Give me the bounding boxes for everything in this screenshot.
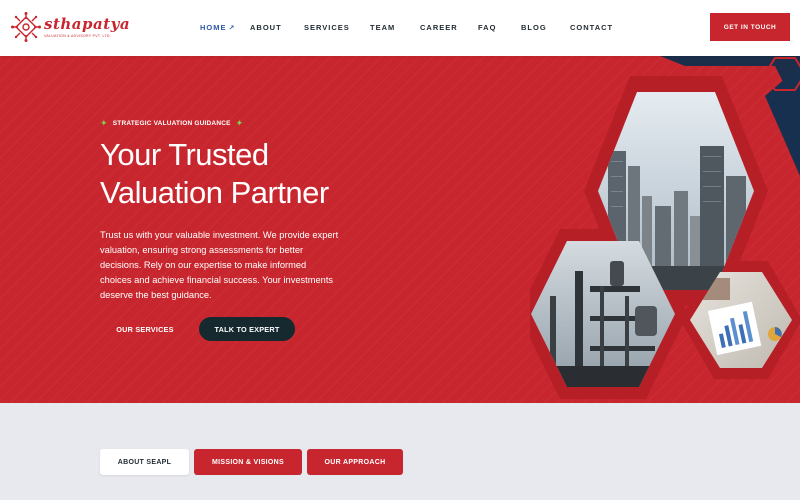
arrow-up-right-icon: ↗ [228,25,236,32]
main-nav: HOME ↗ ABOUT SERVICES TEAM CAREER FAQ BLO… [0,0,800,56]
tab-our-approach[interactable]: OUR APPROACH [307,449,403,475]
hero-eyebrow: ✦ STRATEGIC VALUATION GUIDANCE ✦ [100,118,243,129]
eyebrow-text: STRATEGIC VALUATION GUIDANCE [112,120,231,127]
our-services-button[interactable]: OUR SERVICES [100,318,190,340]
hero-description: Trust us with your valuable investment. … [100,230,339,300]
nav-item-blog[interactable]: BLOG [521,23,547,32]
hero-title-line2: Valuation Partner [100,175,329,210]
about-tabs-section: ABOUT SEAPL MISSION & VISIONS OUR APPROA… [0,403,800,500]
tab-mission-visions[interactable]: MISSION & VISIONS [194,449,302,475]
talk-to-expert-button[interactable]: TALK TO EXPERT [199,317,295,341]
hero-title: Your Trusted Valuation Partner [100,136,400,212]
hero-title-line1: Your Trusted [100,137,269,172]
hero-section: ✦ STRATEGIC VALUATION GUIDANCE ✦ Your Tr… [0,56,800,403]
get-in-touch-button[interactable]: GET IN TOUCH [710,13,790,41]
nav-item-label: HOME [200,23,227,32]
sparkle-icon: ✦ [235,118,244,128]
nav-item-contact[interactable]: CONTACT [570,23,613,32]
nav-item-faq[interactable]: FAQ [478,23,496,32]
sparkle-icon: ✦ [100,118,108,128]
nav-item-home[interactable]: HOME ↗ [200,23,235,32]
nav-item-about[interactable]: ABOUT [250,23,282,32]
nav-item-career[interactable]: CAREER [420,23,458,32]
tab-about-seapl[interactable]: ABOUT SEAPL [100,449,189,475]
nav-item-team[interactable]: TEAM [370,23,395,32]
nav-item-services[interactable]: SERVICES [304,23,350,32]
hero-hexagon-gallery [530,56,800,399]
site-header: sthapatya VALUATION & ADVISORY PVT. LTD.… [0,0,800,56]
